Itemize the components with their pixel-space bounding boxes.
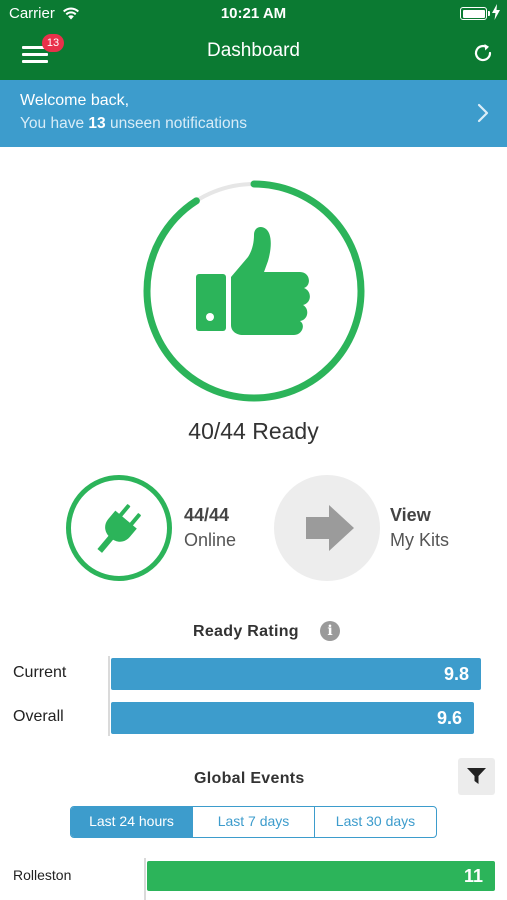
tab-last-7-days[interactable]: Last 7 days <box>192 807 314 837</box>
clock: 10:21 AM <box>220 5 287 22</box>
events-row-label: Rolleston <box>13 867 72 883</box>
ready-progress-ring <box>143 180 365 402</box>
ready-rating-title: Ready Rating <box>193 623 299 640</box>
notifications-summary: You have 13 unseen notifications <box>20 115 247 133</box>
info-icon[interactable]: i <box>320 621 340 641</box>
welcome-text: Welcome back, <box>20 92 130 109</box>
online-stat: 44/44 Online <box>184 503 236 553</box>
plug-icon <box>97 504 141 553</box>
thumbs-up-icon <box>196 227 310 335</box>
online-count: 44/44 <box>184 505 230 525</box>
refresh-icon[interactable] <box>471 41 495 65</box>
nav-bar: 13 Dashboard <box>0 28 507 80</box>
tab-last-30-days[interactable]: Last 30 days <box>314 807 436 837</box>
view-my-kits-button[interactable] <box>274 475 380 581</box>
battery-tip <box>488 11 490 16</box>
tab-last-24-hours[interactable]: Last 24 hours <box>71 807 192 837</box>
global-events-title: Global Events <box>194 770 305 787</box>
page-title: Dashboard <box>207 40 300 61</box>
status-bar: Carrier 10:21 AM <box>0 0 507 28</box>
rating-bar-current: 9.8 <box>111 658 481 690</box>
notifications-suffix: unseen notifications <box>105 115 247 132</box>
view-kits-line2: My Kits <box>390 530 450 550</box>
ready-summary: 40/44 Ready <box>188 418 319 444</box>
time-range-tabs: Last 24 hours Last 7 days Last 30 days <box>70 806 437 838</box>
filter-button[interactable] <box>458 758 495 795</box>
chevron-right-icon <box>477 103 489 123</box>
rating-bar-overall: 9.6 <box>111 702 474 734</box>
rating-row-label: Overall <box>13 708 64 725</box>
arrow-right-icon <box>306 505 354 551</box>
battery-icon <box>460 7 487 20</box>
notifications-count: 13 <box>88 115 106 132</box>
view-kits-line1: View <box>390 505 431 525</box>
view-my-kits-link[interactable]: View My Kits <box>390 503 449 553</box>
events-bar-rolleston: 11 <box>147 861 495 891</box>
events-axis-line <box>144 858 146 900</box>
online-label: Online <box>184 530 237 550</box>
notifications-prefix: You have <box>20 115 89 132</box>
online-status-circle <box>66 475 172 581</box>
filter-icon <box>467 768 486 784</box>
notifications-banner[interactable]: Welcome back, You have 13 unseen notific… <box>0 80 507 147</box>
charging-bolt-icon <box>492 4 500 20</box>
rating-axis-line <box>108 656 110 736</box>
rating-row-label: Current <box>13 664 67 681</box>
